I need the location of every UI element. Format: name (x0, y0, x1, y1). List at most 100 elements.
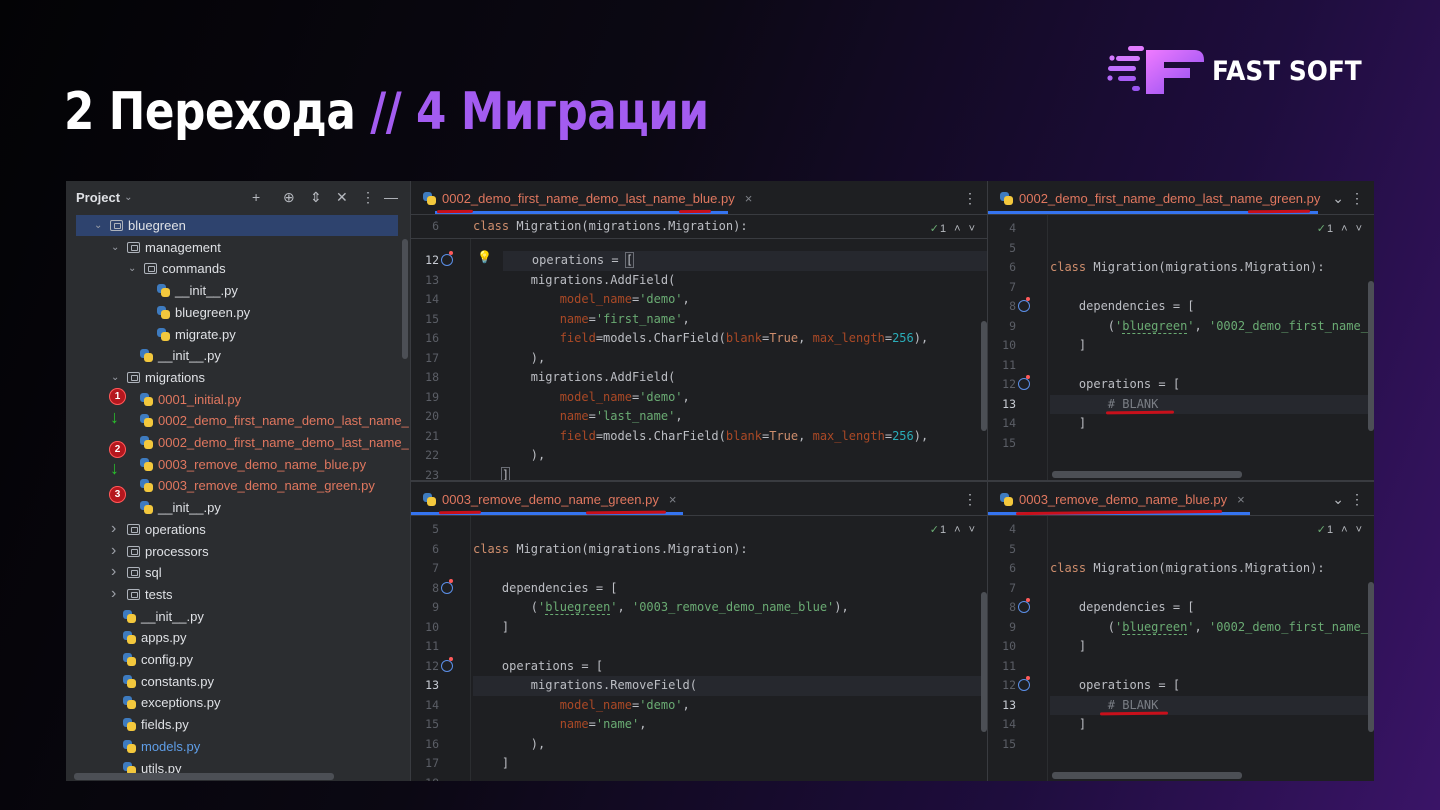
code-line[interactable]: operations = [ (473, 657, 987, 677)
code-line[interactable] (1050, 657, 1374, 677)
code-line[interactable] (1050, 434, 1374, 454)
code-line[interactable]: # BLANK (1050, 394, 1374, 414)
code-line[interactable]: field=models.CharField(blank=True, max_l… (473, 329, 987, 349)
code-line[interactable]: migrations.AddField( (473, 271, 987, 291)
code-line[interactable]: model_name='demo', (473, 290, 987, 310)
editor-scrollbar[interactable] (1368, 582, 1374, 732)
tree-file[interactable]: bluegreen.py (66, 302, 410, 323)
code-line[interactable]: dependencies = [ (1050, 598, 1374, 618)
arrow-down-icon[interactable]: ˅ (969, 223, 975, 235)
more-icon[interactable]: ⋮ (361, 189, 375, 206)
editor-scrollbar[interactable] (981, 321, 987, 431)
code-line[interactable]: migrations.RemoveField( (473, 676, 987, 696)
editor-hscrollbar[interactable] (1052, 772, 1242, 779)
code-line[interactable] (1050, 219, 1374, 239)
minimize-icon[interactable]: — (384, 189, 398, 205)
code-line[interactable] (1050, 579, 1374, 599)
chevron-down-icon[interactable]: ⌄ (128, 258, 136, 279)
code-line[interactable]: ), (473, 446, 987, 466)
close-icon[interactable]: × (669, 492, 677, 507)
chevron-down-icon[interactable]: ⌄ (111, 367, 119, 388)
override-gutter-icon[interactable] (1018, 375, 1030, 390)
code-line[interactable]: class Migration(migrations.Migration): (1050, 258, 1374, 278)
more-icon[interactable]: ⋮ (1350, 190, 1364, 207)
override-gutter-icon[interactable] (1018, 297, 1030, 312)
tree-folder[interactable]: ⌄ commands (66, 258, 410, 279)
tree-file[interactable]: __init__.py (66, 280, 410, 301)
tree-folder[interactable]: ⌄ migrations (66, 367, 410, 388)
code-line[interactable]: ] (1050, 414, 1374, 434)
close-icon[interactable]: × (1237, 492, 1245, 507)
code-line[interactable]: # BLANK (1050, 695, 1374, 715)
code-line[interactable] (1050, 735, 1374, 755)
code-line[interactable]: class Migration(migrations.Migration): (1050, 559, 1374, 579)
code-line[interactable]: ] (1050, 336, 1374, 356)
code-line[interactable] (473, 637, 987, 657)
code-line[interactable]: field=models.CharField(blank=True, max_l… (473, 427, 987, 447)
chevron-down-icon[interactable]: ⌄ (124, 192, 132, 203)
more-icon[interactable]: ⋮ (1350, 491, 1364, 508)
chevron-right-icon[interactable]: › (111, 561, 116, 582)
chevron-right-icon[interactable]: › (111, 518, 116, 539)
tree-file[interactable]: config.py (66, 649, 410, 670)
code-line[interactable]: name='first_name', (473, 310, 987, 330)
code-line[interactable]: ('bluegreen', '0002_demo_first_name_d (1050, 618, 1374, 638)
override-gutter-icon[interactable] (1018, 676, 1030, 691)
tree-file[interactable]: constants.py (66, 671, 410, 692)
editor-hscrollbar[interactable] (1052, 471, 1242, 478)
tree-folder[interactable]: ⌄ management (66, 237, 410, 258)
code-line[interactable]: ] (473, 618, 987, 638)
code-line[interactable]: ('bluegreen', '0003_remove_demo_name_blu… (473, 598, 987, 618)
code-line[interactable]: class Migration(migrations.Migration): (473, 540, 987, 560)
tree-folder[interactable]: › sql (66, 562, 410, 583)
override-gutter-icon[interactable] (441, 656, 453, 672)
more-icon[interactable]: ⋮ (963, 190, 977, 207)
close-icon[interactable]: × (745, 191, 753, 206)
code-line[interactable] (473, 559, 987, 579)
code-line[interactable]: operations = [ (1050, 375, 1374, 395)
code-line[interactable]: migrations.AddField( (473, 368, 987, 388)
code-line[interactable]: ] (473, 466, 987, 480)
project-hscrollbar[interactable] (74, 773, 334, 780)
code-line[interactable]: ), (473, 349, 987, 369)
arrow-up-icon[interactable]: ˄ (954, 223, 960, 235)
code-line[interactable] (1050, 540, 1374, 560)
code-line[interactable]: ] (1050, 715, 1374, 735)
code-line[interactable] (473, 520, 987, 540)
tree-folder[interactable]: › processors (66, 541, 410, 562)
code-line[interactable] (1050, 356, 1374, 376)
tree-file[interactable]: __init__.py (66, 606, 410, 627)
more-icon[interactable]: ⋮ (963, 491, 977, 508)
tree-folder[interactable]: › operations (66, 519, 410, 540)
code-line[interactable]: model_name='demo', (473, 696, 987, 716)
tree-file[interactable]: models.py (66, 736, 410, 757)
code-line[interactable]: ] (473, 754, 987, 774)
lightbulb-icon[interactable]: 💡 (477, 250, 492, 264)
code-line[interactable]: dependencies = [ (1050, 297, 1374, 317)
code-line[interactable]: name='name', (473, 715, 987, 735)
chevron-down-icon[interactable]: ⌄ (94, 215, 102, 236)
code-line[interactable] (1050, 278, 1374, 298)
code-line[interactable]: ), (473, 735, 987, 755)
code-line[interactable]: operations = [ (1050, 676, 1374, 696)
code-line[interactable] (473, 774, 987, 782)
project-scrollbar[interactable] (402, 239, 408, 359)
code-line[interactable] (1050, 239, 1374, 259)
tree-file[interactable]: fields.py (66, 714, 410, 735)
tree-file[interactable]: migrate.py (66, 324, 410, 345)
chevron-right-icon[interactable]: › (111, 583, 116, 604)
project-panel-title[interactable]: Project (76, 190, 120, 205)
expand-icon[interactable]: ⇕ (310, 189, 322, 206)
code-line[interactable]: ] (1050, 637, 1374, 657)
code-line[interactable] (1050, 520, 1374, 540)
tree-file[interactable]: apps.py (66, 627, 410, 648)
code-line[interactable]: operations = [ (503, 251, 987, 271)
editor-scrollbar[interactable] (981, 592, 987, 732)
tree-file[interactable]: exceptions.py (66, 692, 410, 713)
code-line[interactable]: model_name='demo', (473, 388, 987, 408)
tree-folder[interactable]: ⌄ bluegreen (76, 215, 398, 236)
collapse-icon[interactable]: ✕ (336, 189, 348, 206)
override-gutter-icon[interactable] (441, 578, 453, 594)
chevron-down-icon[interactable]: ⌄ (1332, 190, 1344, 207)
override-gutter-icon[interactable] (1018, 598, 1030, 613)
